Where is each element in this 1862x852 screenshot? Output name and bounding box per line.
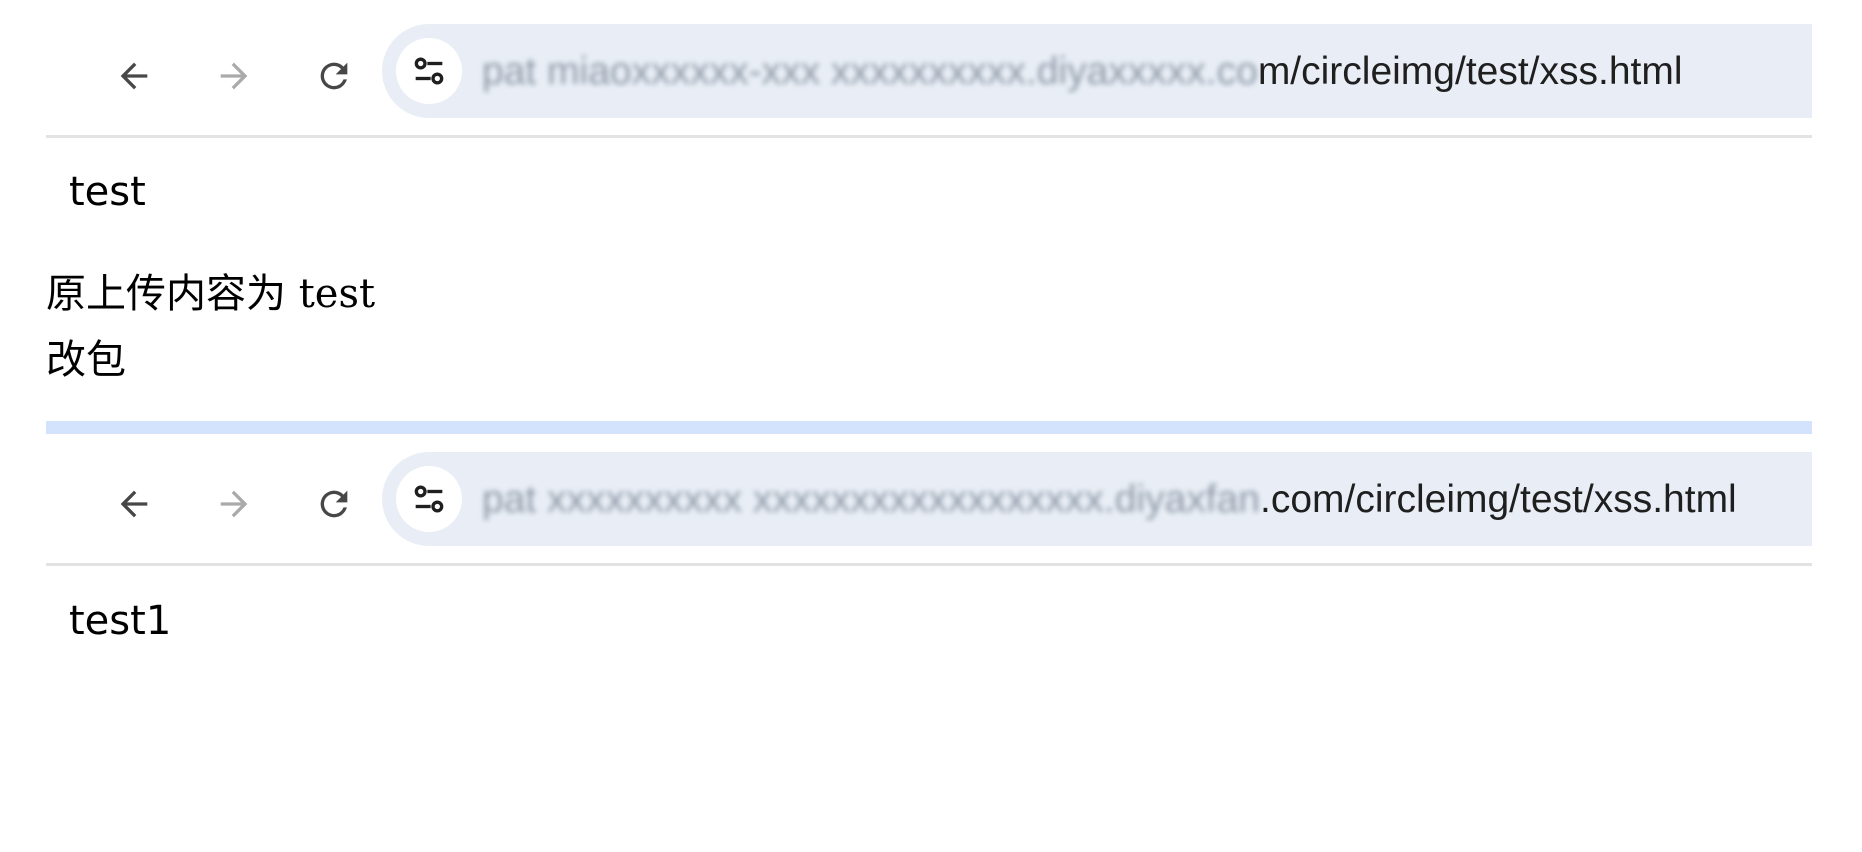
- arrow-left-icon: [120, 62, 148, 90]
- page-content-text: test: [69, 169, 146, 215]
- page-content-text: test1: [69, 598, 172, 644]
- forward-button[interactable]: [206, 476, 262, 532]
- url-host-redacted: pat miaoxxxxxx-xxx xxxxxxxxxx.diyaxxxxx.…: [482, 50, 1258, 93]
- site-info-button[interactable]: [396, 38, 462, 104]
- url-text: pat miaoxxxxxx-xxx xxxxxxxxxx.diyaxxxxx.…: [482, 47, 1683, 97]
- tune-icon: [414, 57, 444, 85]
- site-info-button[interactable]: [396, 466, 462, 532]
- address-bar[interactable]: pat miaoxxxxxx-xxx xxxxxxxxxx.diyaxxxxx.…: [382, 24, 1812, 118]
- browser-toolbar-1: pat miaoxxxxxx-xxx xxxxxxxxxx.diyaxxxxx.…: [46, 20, 1812, 134]
- note-line-2: 改包: [46, 337, 126, 383]
- url-path: .com/circleimg/test/xss.html: [1259, 478, 1737, 521]
- note-line-1: 原上传内容为 test: [46, 271, 376, 317]
- url-host-redacted: pat xxxxxxxxxx xxxxxxxxxxxxxxxxxx.diyaxf…: [482, 478, 1260, 521]
- reload-button[interactable]: [306, 476, 362, 532]
- url-path: m/circleimg/test/xss.html: [1257, 50, 1683, 93]
- back-button[interactable]: [106, 476, 162, 532]
- url-text: pat xxxxxxxxxx xxxxxxxxxxxxxxxxxx.diyaxf…: [482, 475, 1737, 525]
- tab-strip-edge: [46, 421, 1812, 434]
- arrow-right-icon: [220, 490, 248, 518]
- reload-icon: [320, 62, 348, 90]
- back-button[interactable]: [106, 48, 162, 104]
- arrow-left-icon: [120, 490, 148, 518]
- reload-button[interactable]: [306, 48, 362, 104]
- toolbar-divider: [46, 135, 1812, 138]
- tune-icon: [414, 485, 444, 513]
- browser-toolbar-2: pat xxxxxxxxxx xxxxxxxxxxxxxxxxxx.diyaxf…: [46, 448, 1812, 562]
- toolbar-divider: [46, 563, 1812, 566]
- arrow-right-icon: [220, 62, 248, 90]
- reload-icon: [320, 490, 348, 518]
- address-bar[interactable]: pat xxxxxxxxxx xxxxxxxxxxxxxxxxxx.diyaxf…: [382, 452, 1812, 546]
- forward-button[interactable]: [206, 48, 262, 104]
